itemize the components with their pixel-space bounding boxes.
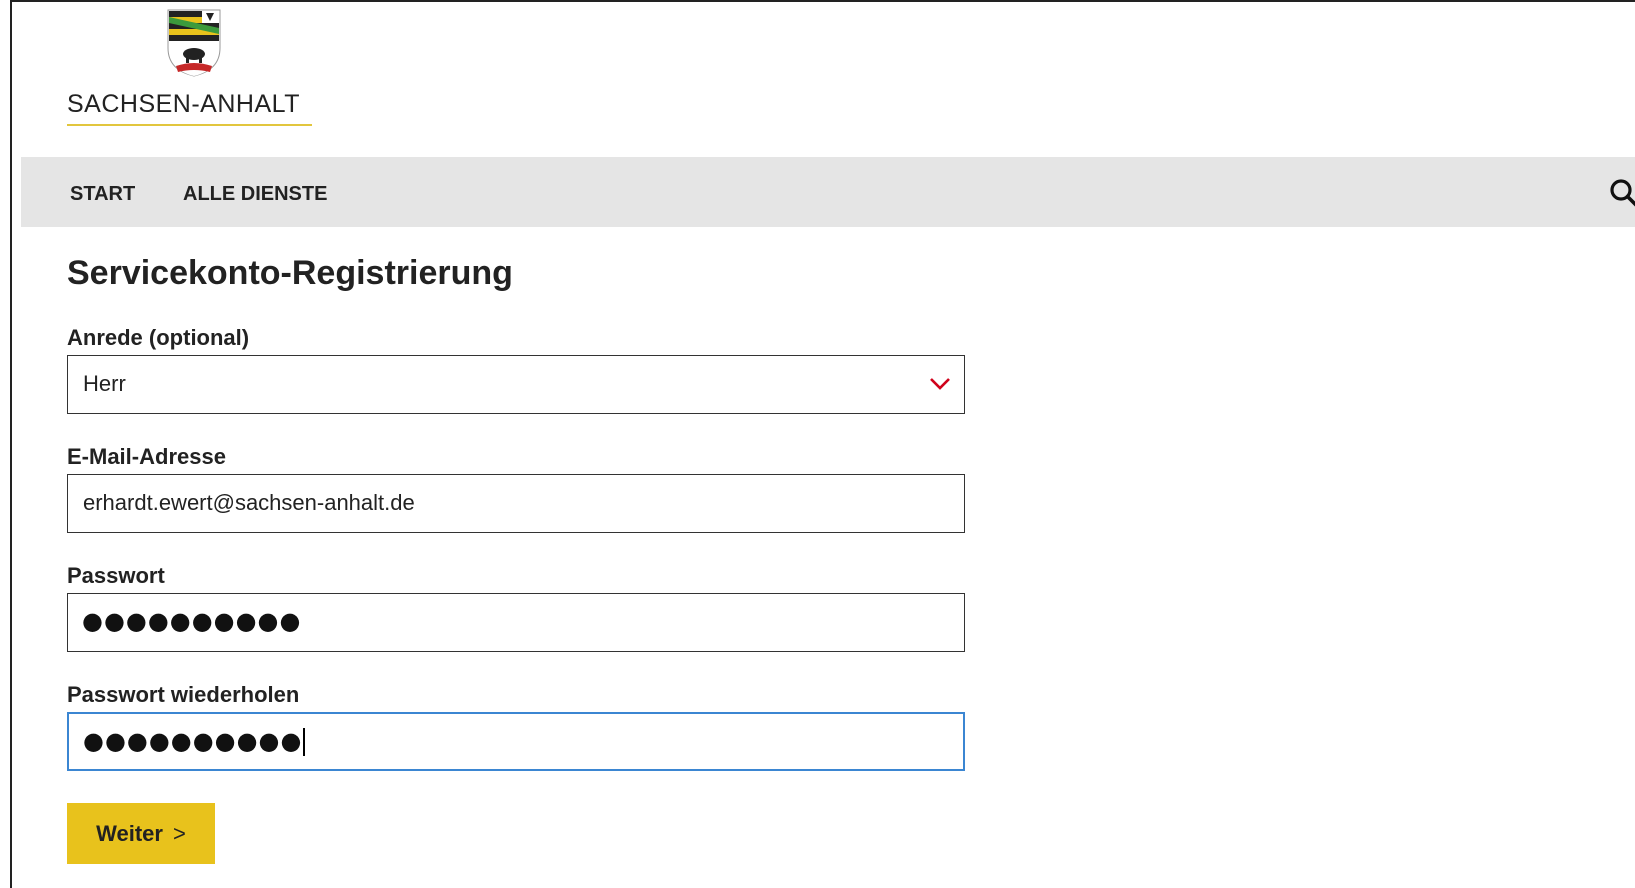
nav-item-start[interactable]: START bbox=[70, 183, 135, 206]
brand-name: SACHSEN-ANHALT bbox=[67, 90, 300, 118]
email-value: erhardt.ewert@sachsen-anhalt.de bbox=[83, 490, 415, 515]
password-field[interactable]: ●●●●●●●●●● bbox=[67, 593, 965, 652]
password-repeat-field[interactable]: ●●●●●●●●●● bbox=[67, 712, 965, 771]
main-nav: START ALLE DIENSTE bbox=[21, 157, 1635, 227]
chevron-right-icon: > bbox=[172, 820, 186, 846]
anrede-value: Herr bbox=[83, 371, 126, 396]
search-icon[interactable] bbox=[1609, 178, 1635, 208]
anrede-label: Anrede (optional) bbox=[67, 325, 250, 350]
password-value: ●●●●●●●●●● bbox=[82, 607, 302, 635]
page-title: Servicekonto-Registrierung bbox=[67, 254, 513, 292]
text-caret bbox=[303, 728, 305, 756]
chevron-down-icon[interactable] bbox=[928, 374, 952, 394]
password-label: Passwort bbox=[67, 563, 165, 588]
nav-item-alle-dienste[interactable]: ALLE DIENSTE bbox=[183, 183, 327, 206]
coat-of-arms-icon bbox=[167, 9, 221, 77]
password-repeat-value: ●●●●●●●●●● bbox=[83, 727, 303, 755]
weiter-button[interactable]: Weiter > bbox=[67, 803, 215, 864]
email-field[interactable]: erhardt.ewert@sachsen-anhalt.de bbox=[67, 474, 965, 533]
anrede-select[interactable]: Herr bbox=[67, 355, 965, 414]
password-repeat-label: Passwort wiederholen bbox=[67, 682, 300, 707]
weiter-button-label: Weiter bbox=[96, 820, 163, 846]
brand-underline bbox=[67, 124, 312, 126]
email-label: E-Mail-Adresse bbox=[67, 444, 226, 469]
logo[interactable]: SACHSEN-ANHALT bbox=[67, 8, 312, 128]
password-repeat-value-wrap: ●●●●●●●●●● bbox=[83, 727, 305, 756]
